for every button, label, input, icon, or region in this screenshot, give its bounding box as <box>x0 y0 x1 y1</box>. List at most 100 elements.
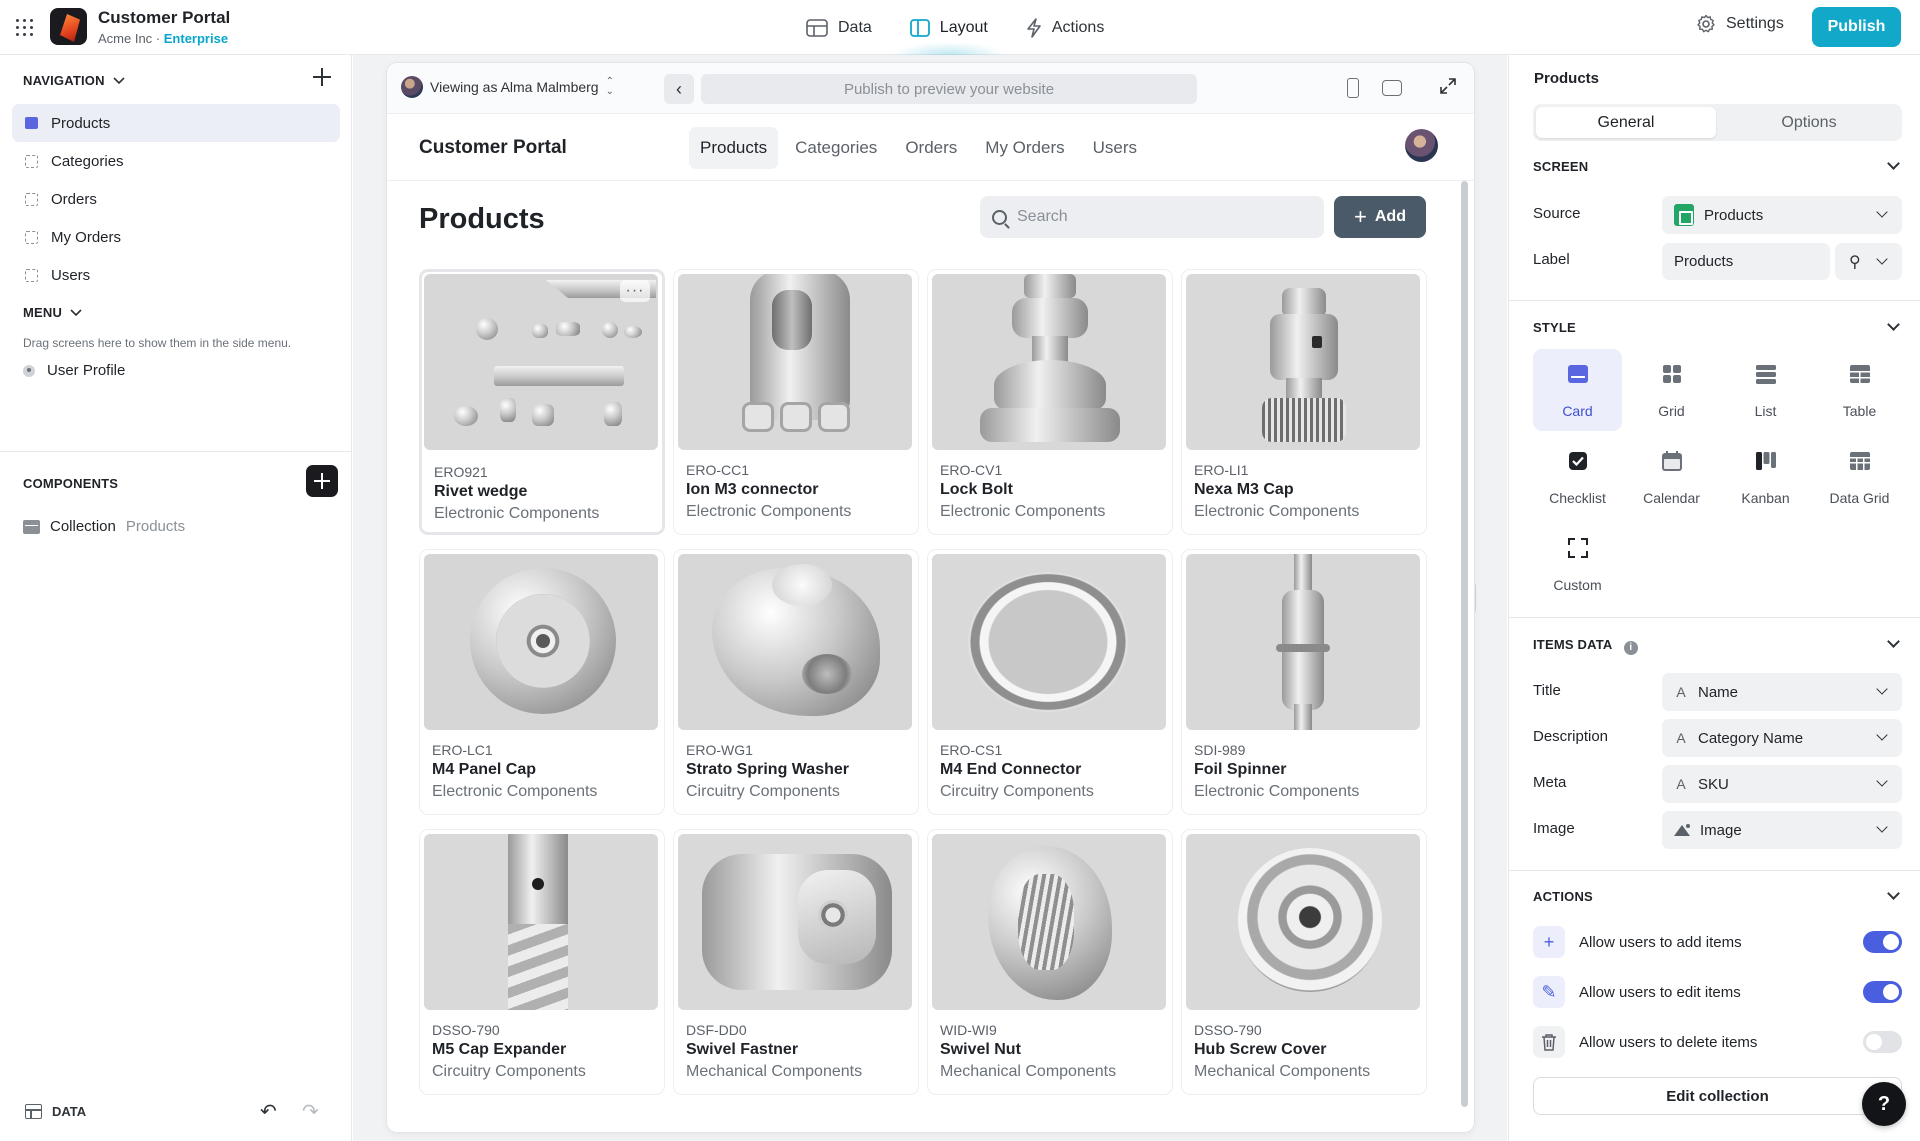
tab-options[interactable]: Options <box>1719 107 1899 138</box>
app-tab-orders[interactable]: Orders <box>894 127 968 169</box>
info-icon[interactable]: i <box>1623 641 1638 655</box>
app-tab-my-orders[interactable]: My Orders <box>974 127 1075 169</box>
mobile-icon[interactable] <box>1347 78 1359 98</box>
meta-field-select[interactable]: A SKU <box>1662 765 1902 803</box>
expand-icon[interactable] <box>1439 77 1457 100</box>
screen-icon <box>25 192 38 206</box>
add-button[interactable]: + Add <box>1334 196 1426 238</box>
data-panel-button[interactable]: DATA <box>25 1104 86 1119</box>
edit-items-toggle[interactable] <box>1863 981 1902 1003</box>
edit-collection-button[interactable]: Edit collection <box>1533 1077 1902 1115</box>
help-button[interactable]: ? <box>1862 1082 1906 1126</box>
style-table[interactable]: Table <box>1815 349 1904 431</box>
style-kanban[interactable]: Kanban <box>1721 436 1810 518</box>
checklist-style-icon <box>1569 452 1587 470</box>
style-checklist[interactable]: Checklist <box>1533 436 1622 518</box>
tab-data[interactable]: Data <box>802 10 876 46</box>
menu-item-user-profile[interactable]: User Profile <box>23 362 125 379</box>
url-bar[interactable]: Publish to preview your website <box>701 74 1197 104</box>
product-card[interactable]: DSSO-790 M5 Cap Expander Circuitry Compo… <box>419 829 665 1095</box>
product-card[interactable]: ERO-LC1 M4 Panel Cap Electronic Componen… <box>419 549 665 815</box>
product-grid: ··· ERO921 Rivet wedge Electronic Compon… <box>419 269 1429 1095</box>
product-image <box>678 274 912 450</box>
image-field-select[interactable]: Image <box>1662 811 1902 849</box>
style-section-header[interactable]: STYLE <box>1533 320 1576 335</box>
nav-item-products[interactable]: Products <box>12 104 340 142</box>
screen-section-header[interactable]: SCREEN <box>1533 159 1588 174</box>
chevron-down-icon[interactable] <box>1887 635 1900 648</box>
nav-item-orders[interactable]: Orders <box>12 180 340 218</box>
style-calendar[interactable]: Calendar <box>1627 436 1716 518</box>
chevron-down-icon[interactable] <box>1887 318 1900 331</box>
tab-general[interactable]: General <box>1536 107 1716 138</box>
back-button[interactable]: ‹ <box>664 74 694 104</box>
data-label: DATA <box>52 1104 87 1119</box>
publish-button[interactable]: Publish <box>1812 7 1901 47</box>
navigation-header[interactable]: NAVIGATION <box>23 73 125 88</box>
search-input[interactable]: Search <box>980 196 1324 238</box>
viewing-as-selector[interactable]: Viewing as Alma Malmberg ⌃ ⌄ <box>401 76 614 98</box>
app-header: Customer Portal Products Categories Orde… <box>387 115 1474 181</box>
chevron-down-icon[interactable] <box>1887 157 1900 170</box>
product-card[interactable]: ERO-CC1 Ion M3 connector Electronic Comp… <box>673 269 919 535</box>
product-card[interactable]: DSSO-790 Hub Screw Cover Mechanical Comp… <box>1181 829 1427 1095</box>
items-data-section-header[interactable]: ITEMS DATA i <box>1533 637 1638 655</box>
product-card[interactable]: ERO-LI1 Nexa M3 Cap Electronic Component… <box>1181 269 1427 535</box>
user-avatar[interactable] <box>1405 129 1438 162</box>
app-title[interactable]: Customer Portal <box>98 8 230 28</box>
chevron-down-icon[interactable] <box>1887 887 1900 900</box>
product-card[interactable]: SDI-989 Foil Spinner Electronic Componen… <box>1181 549 1427 815</box>
nav-item-users[interactable]: Users <box>12 256 340 294</box>
app-brand[interactable]: Customer Portal <box>419 137 567 159</box>
app-logo[interactable] <box>50 8 87 45</box>
nav-item-label: Orders <box>51 190 97 208</box>
add-items-toggle[interactable] <box>1863 931 1902 953</box>
more-options-icon[interactable]: ··· <box>620 280 650 302</box>
style-data-grid[interactable]: Data Grid <box>1815 436 1904 518</box>
apps-grid-icon[interactable] <box>16 19 33 36</box>
title-field-select[interactable]: A Name <box>1662 673 1902 711</box>
image-field-label: Image <box>1533 820 1575 837</box>
product-card[interactable]: ERO-CS1 M4 End Connector Circuitry Compo… <box>927 549 1173 815</box>
label-tools-button[interactable]: ⚲ <box>1835 243 1902 280</box>
product-sku: DSF-DD0 <box>686 1022 747 1038</box>
product-card[interactable]: ERO-WG1 Strato Spring Washer Circuitry C… <box>673 549 919 815</box>
source-select[interactable]: Products <box>1662 196 1902 234</box>
app-tab-products[interactable]: Products <box>689 127 779 169</box>
product-card[interactable]: ERO-CV1 Lock Bolt Electronic Components <box>927 269 1173 535</box>
style-card[interactable]: Card <box>1533 349 1622 431</box>
search-icon <box>992 209 1007 225</box>
component-collection[interactable]: Collection Products <box>23 518 185 535</box>
tab-layout[interactable]: Layout <box>891 10 1006 56</box>
undo-icon[interactable]: ↶ <box>260 1099 277 1124</box>
style-custom[interactable]: Custom <box>1533 523 1622 605</box>
nav-item-categories[interactable]: Categories <box>12 142 340 180</box>
product-card[interactable]: ··· ERO921 Rivet wedge Electronic Compon… <box>419 269 665 535</box>
add-component-button[interactable] <box>306 465 338 497</box>
redo-icon[interactable]: ↷ <box>302 1099 319 1124</box>
product-card[interactable]: WID-WI9 Swivel Nut Mechanical Components <box>927 829 1173 1095</box>
tab-actions[interactable]: Actions <box>1022 10 1108 46</box>
nav-item-my-orders[interactable]: My Orders <box>12 218 340 256</box>
chevron-down-icon <box>1876 821 1888 833</box>
actions-section-header[interactable]: ACTIONS <box>1533 889 1593 904</box>
trash-icon <box>1533 1026 1565 1058</box>
app-tab-categories[interactable]: Categories <box>784 127 888 169</box>
menu-header[interactable]: MENU <box>23 305 82 320</box>
product-category: Electronic Components <box>686 503 852 520</box>
action-edit-items: ✎ Allow users to edit items <box>1533 976 1741 1008</box>
app-tab-users[interactable]: Users <box>1082 127 1148 169</box>
delete-items-toggle[interactable] <box>1863 1031 1902 1053</box>
action-delete-items: Allow users to delete items <box>1533 1026 1757 1058</box>
style-list[interactable]: List <box>1721 349 1810 431</box>
tablet-icon[interactable] <box>1382 80 1402 96</box>
add-screen-icon[interactable] <box>310 65 334 89</box>
settings-button[interactable]: Settings <box>1696 14 1784 34</box>
style-label: Kanban <box>1741 490 1790 506</box>
label-input[interactable]: Products <box>1662 243 1830 280</box>
divider <box>0 451 352 452</box>
style-grid[interactable]: Grid <box>1627 349 1716 431</box>
scrollbar[interactable] <box>1461 181 1468 1111</box>
product-card[interactable]: DSF-DD0 Swivel Fastner Mechanical Compon… <box>673 829 919 1095</box>
description-field-select[interactable]: A Category Name <box>1662 719 1902 757</box>
